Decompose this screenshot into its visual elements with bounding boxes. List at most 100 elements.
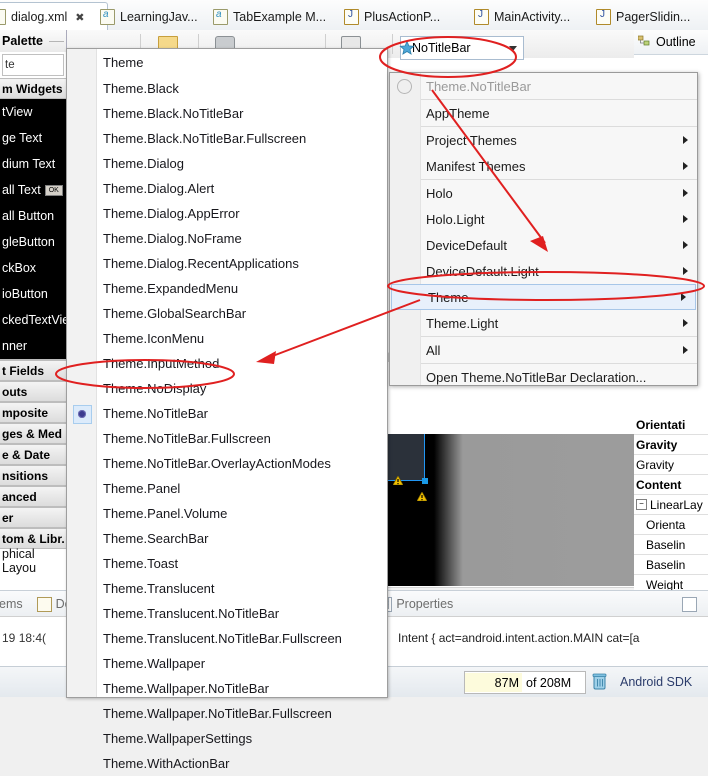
property-row-gravity-group[interactable]: Gravity <box>634 435 708 455</box>
theme-list-item[interactable]: Theme.Dialog <box>67 151 387 176</box>
theme-list-item[interactable]: Theme.Panel <box>67 476 387 501</box>
tab-problems[interactable]: ems <box>0 597 30 611</box>
theme-list-item[interactable]: Theme.GlobalSearchBar <box>67 301 387 326</box>
theme-list-item[interactable]: Theme.Wallpaper.NoTitleBar.Fullscreen <box>67 701 387 726</box>
editor-tab-mainactivity[interactable]: MainActivity... <box>466 3 578 30</box>
theme-list-item[interactable]: Theme.IconMenu <box>67 326 387 351</box>
palette-group-transitions[interactable]: nsitions <box>0 465 66 486</box>
editor-tab-plusactionp[interactable]: PlusActionP... <box>336 3 448 30</box>
theme-list-item[interactable]: Theme.WithActionBar <box>67 751 387 776</box>
theme-list-item[interactable]: Theme.Dialog.RecentApplications <box>67 251 387 276</box>
theme-list-item[interactable]: Theme.Dialog.AppError <box>67 201 387 226</box>
menu-item-current-theme: Theme.NoTitleBar <box>390 73 697 99</box>
menu-item-theme[interactable]: Theme <box>391 284 696 310</box>
theme-list-item-selected[interactable]: Theme.NoTitleBar <box>67 401 387 426</box>
theme-list-item-label: Theme.Black.NoTitleBar.Fullscreen <box>103 131 307 146</box>
editor-tab-tabexample[interactable]: TabExample M... <box>205 3 334 30</box>
trash-icon[interactable] <box>592 672 608 691</box>
selection-resize-handle[interactable] <box>422 478 428 484</box>
console-timestamp: 2 19 18:4( <box>0 631 47 645</box>
theme-list-item[interactable]: Theme.Toast <box>67 551 387 576</box>
palette-divider <box>49 40 64 42</box>
menu-item-holo[interactable]: Holo <box>390 180 697 206</box>
theme-list-item[interactable]: Theme.Black.NoTitleBar.Fullscreen <box>67 126 387 151</box>
palette-item-small-button[interactable]: all Button <box>0 203 66 229</box>
palette-group-text-fields[interactable]: t Fields <box>0 360 66 381</box>
theme-list-item[interactable]: Theme.ExpandedMenu <box>67 276 387 301</box>
theme-list-item[interactable]: Theme.Translucent <box>67 576 387 601</box>
property-row-baseline-2[interactable]: Baselin <box>634 555 708 575</box>
palette-item-checkbox[interactable]: ckBox <box>0 255 66 281</box>
property-row-baseline-1[interactable]: Baselin <box>634 535 708 555</box>
theme-list-item[interactable]: Theme.Wallpaper.NoTitleBar <box>67 676 387 701</box>
palette-filter-input[interactable]: te <box>2 54 64 76</box>
palette-group-layouts[interactable]: outs <box>0 381 66 402</box>
theme-list-item[interactable]: Theme.Translucent.NoTitleBar.Fullscreen <box>67 626 387 651</box>
theme-list-item[interactable]: Theme.Panel.Volume <box>67 501 387 526</box>
palette-item-checkedtextview[interactable]: ckedTextVie <box>0 307 69 333</box>
menu-item-label: Theme <box>428 289 469 305</box>
theme-combo-box[interactable]: NoTitleBar <box>399 36 524 60</box>
heap-status-indicator[interactable]: 87M of 208M <box>464 671 586 694</box>
theme-list-item-label: Theme.InputMethod <box>103 356 220 371</box>
palette-group-images-media[interactable]: ges & Med <box>0 423 66 444</box>
property-row-orientation-child[interactable]: Orienta <box>634 515 708 535</box>
property-row-content[interactable]: Content <box>634 475 708 495</box>
editor-tab-label: LearningJav... <box>120 9 198 24</box>
close-icon[interactable]: ✖ <box>75 11 84 24</box>
palette-item-medium-text[interactable]: dium Text <box>0 151 66 177</box>
menu-item-label: All <box>426 342 441 358</box>
theme-list-popup[interactable]: Theme Theme.Black Theme.Black.NoTitleBar… <box>66 48 388 771</box>
theme-dropdown-menu[interactable]: Theme.NoTitleBar AppTheme Project Themes… <box>389 72 698 386</box>
theme-list-item[interactable]: Theme.Dialog.Alert <box>67 176 387 201</box>
palette-item-large-text[interactable]: ge Text <box>0 125 66 151</box>
menu-item-all[interactable]: All <box>390 337 697 363</box>
theme-list-item-label: Theme.Dialog.AppError <box>103 206 240 221</box>
theme-list-item[interactable]: Theme.Black.NoTitleBar <box>67 101 387 126</box>
theme-list-item[interactable]: Theme.NoTitleBar.OverlayActionModes <box>67 451 387 476</box>
menu-item-open-declaration[interactable]: Open Theme.NoTitleBar Declaration... <box>390 364 697 390</box>
menu-item-project-themes[interactable]: Project Themes <box>390 127 697 153</box>
palette-item-radiobutton[interactable]: ioButton <box>0 281 66 307</box>
menu-item-apptheme[interactable]: AppTheme <box>390 100 697 126</box>
palette-group-composite[interactable]: mposite <box>0 402 66 423</box>
menu-item-theme-light[interactable]: Theme.Light <box>390 310 697 336</box>
theme-list-item[interactable]: Theme.Dialog.NoFrame <box>67 226 387 251</box>
palette-item-label: all Text <box>2 183 41 197</box>
menu-item-devicedefault-light[interactable]: DeviceDefault.Light <box>390 258 697 284</box>
theme-list-item[interactable]: Theme.NoDisplay <box>67 376 387 401</box>
theme-list-item[interactable]: Theme.WallpaperSettings <box>67 726 387 751</box>
theme-list-item[interactable]: Theme.Black <box>67 76 387 101</box>
editor-tab-learningjava[interactable]: LearningJav... <box>92 3 206 30</box>
chevron-down-icon[interactable] <box>509 45 517 51</box>
theme-list-item[interactable]: Theme.InputMethod <box>67 351 387 376</box>
menu-item-devicedefault[interactable]: DeviceDefault <box>390 232 697 258</box>
menu-item-label: DeviceDefault.Light <box>426 263 539 279</box>
palette-group-time-date[interactable]: e & Date <box>0 444 66 465</box>
editor-tab-pagerslidin[interactable]: PagerSlidin... <box>588 3 698 30</box>
palette-item-textview[interactable]: tView <box>0 99 66 125</box>
palette-group-advanced[interactable]: anced <box>0 486 66 507</box>
property-row-gravity[interactable]: Gravity <box>634 455 708 475</box>
palette-group-custom-library[interactable]: tom & Libr. <box>0 528 66 549</box>
console-export-icon[interactable] <box>675 596 704 612</box>
property-row-linearlayout[interactable]: − LinearLay <box>634 495 708 515</box>
menu-item-manifest-themes[interactable]: Manifest Themes <box>390 153 697 179</box>
property-row-orientation[interactable]: Orientati <box>634 415 708 435</box>
theme-list-item[interactable]: Theme.SearchBar <box>67 526 387 551</box>
tree-collapse-icon[interactable]: − <box>636 499 647 510</box>
warning-icon[interactable] <box>416 490 428 502</box>
device-render-area[interactable] <box>384 434 674 586</box>
theme-list-item[interactable]: Theme.NoTitleBar.Fullscreen <box>67 426 387 451</box>
palette-group-other[interactable]: er <box>0 507 66 528</box>
tab-outline[interactable]: Outline <box>634 30 708 55</box>
menu-item-holo-light[interactable]: Holo.Light <box>390 206 697 232</box>
palette-graphical-layout-label[interactable]: phical Layou <box>0 547 66 575</box>
palette-group-form-widgets[interactable]: m Widgets <box>0 78 66 99</box>
theme-list-item[interactable]: Theme.Wallpaper <box>67 651 387 676</box>
palette-item-togglebutton[interactable]: gleButton <box>0 229 66 255</box>
theme-list-item[interactable]: Theme.Translucent.NoTitleBar <box>67 601 387 626</box>
palette-item-spinner[interactable]: nner <box>0 333 66 359</box>
palette-item-small-text[interactable]: all Text OK <box>0 177 66 203</box>
warning-icon[interactable] <box>392 474 404 486</box>
